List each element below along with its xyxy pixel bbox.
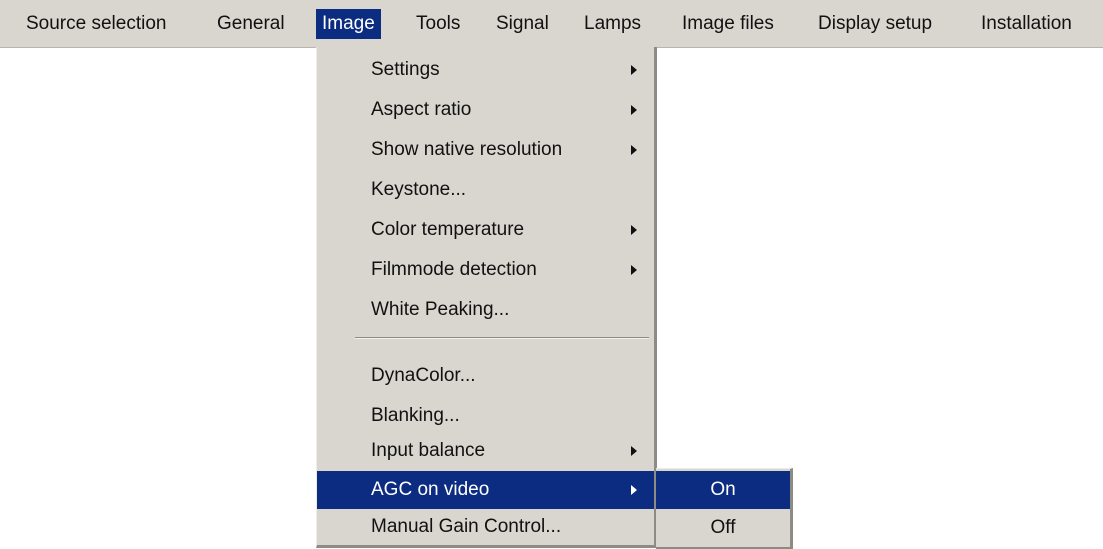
- menubar-item-signal[interactable]: Signal: [490, 9, 555, 39]
- menu-separator: [355, 337, 649, 339]
- menu-item-white-peaking[interactable]: White Peaking...: [317, 291, 654, 329]
- menu-bar: Source selection General Image Tools Sig…: [0, 0, 1103, 48]
- menubar-item-tools[interactable]: Tools: [410, 9, 466, 39]
- triangle-right-icon: [631, 145, 637, 155]
- menu-item-label: Keystone...: [371, 179, 467, 200]
- triangle-right-icon: [631, 105, 637, 115]
- menubar-item-source-selection[interactable]: Source selection: [20, 9, 172, 39]
- menu-item-blanking[interactable]: Blanking...: [317, 397, 654, 435]
- menubar-item-image[interactable]: Image: [316, 9, 381, 39]
- menu-item-label: Settings: [371, 59, 440, 80]
- menu-item-manual-gain-control[interactable]: Manual Gain Control...: [317, 508, 654, 546]
- menu-item-color-temperature[interactable]: Color temperature: [317, 211, 654, 249]
- menu-item-agc-on-video[interactable]: AGC on video: [317, 471, 654, 509]
- menu-item-label: Manual Gain Control...: [371, 516, 562, 537]
- menu-item-label: Aspect ratio: [371, 99, 472, 120]
- menu-item-label: Blanking...: [371, 405, 460, 426]
- agc-submenu: On Off: [656, 468, 793, 549]
- triangle-right-icon: [631, 446, 637, 456]
- menu-item-label: Show native resolution: [371, 139, 563, 160]
- menu-item-label: DynaColor...: [371, 365, 476, 386]
- menubar-item-display-setup[interactable]: Display setup: [812, 9, 938, 39]
- menubar-item-image-files[interactable]: Image files: [676, 9, 780, 39]
- triangle-right-icon: [631, 225, 637, 235]
- submenu-item-on[interactable]: On: [656, 471, 790, 509]
- menu-item-label: Filmmode detection: [371, 259, 537, 280]
- menu-item-settings[interactable]: Settings: [317, 51, 654, 89]
- menu-item-label: AGC on video: [371, 479, 490, 500]
- menu-item-show-native-resolution[interactable]: Show native resolution: [317, 131, 654, 169]
- menu-item-input-balance[interactable]: Input balance: [317, 432, 654, 470]
- menu-item-keystone[interactable]: Keystone...: [317, 171, 654, 209]
- menu-item-label: Input balance: [371, 440, 486, 461]
- menubar-item-general[interactable]: General: [211, 9, 291, 39]
- submenu-item-off[interactable]: Off: [656, 509, 790, 547]
- menu-item-aspect-ratio[interactable]: Aspect ratio: [317, 91, 654, 129]
- menu-item-dynacolor[interactable]: DynaColor...: [317, 357, 654, 395]
- triangle-right-icon: [631, 485, 637, 495]
- triangle-right-icon: [631, 65, 637, 75]
- triangle-right-icon: [631, 265, 637, 275]
- menu-item-filmmode-detection[interactable]: Filmmode detection: [317, 251, 654, 289]
- menu-item-label: White Peaking...: [371, 299, 510, 320]
- menubar-item-installation[interactable]: Installation: [975, 9, 1078, 39]
- menubar-item-lamps[interactable]: Lamps: [578, 9, 647, 39]
- image-dropdown-menu: Settings Aspect ratio Show native resolu…: [316, 47, 657, 548]
- menu-item-label: Color temperature: [371, 219, 525, 240]
